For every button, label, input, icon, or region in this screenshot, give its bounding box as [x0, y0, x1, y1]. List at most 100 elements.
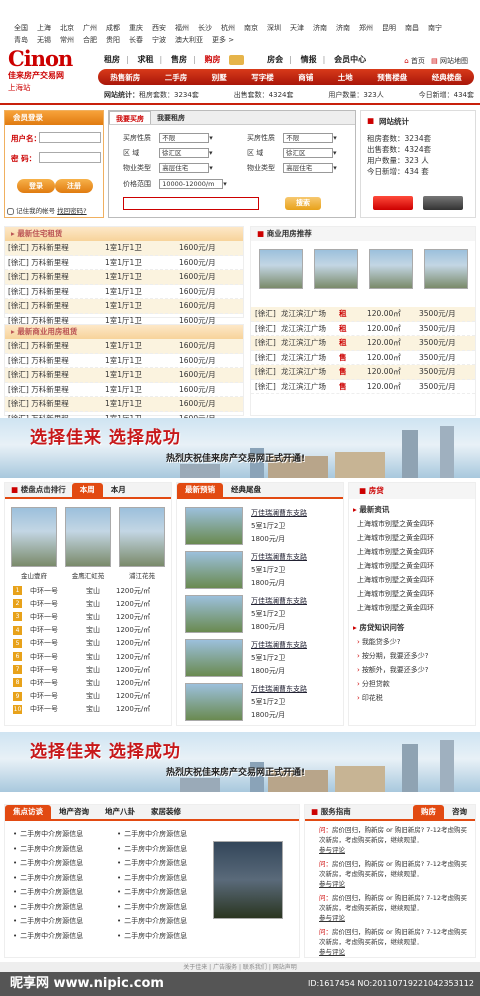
news-link[interactable]: • 二手房中介房源信息: [13, 856, 109, 871]
comment-link[interactable]: 参与评论: [319, 879, 469, 889]
city-link[interactable]: 宁波: [152, 34, 166, 46]
news-link[interactable]: • 二手房中介房源信息: [13, 842, 109, 857]
nature-select-2[interactable]: 不限: [283, 133, 334, 143]
news-link[interactable]: • 二手房中介房源信息: [117, 914, 213, 929]
listing-name[interactable]: [徐汇] 万科新里程: [5, 397, 105, 411]
news-link[interactable]: • 二手房中介房源信息: [117, 929, 213, 944]
building-photo[interactable]: [11, 507, 57, 567]
news-item[interactable]: 上海城市别墅之黄金四环: [357, 517, 475, 531]
news-item[interactable]: 上海城市别墅之黄金四环: [357, 545, 475, 559]
red-button[interactable]: [373, 196, 413, 210]
news-link[interactable]: • 二手房中介房源信息: [13, 827, 109, 842]
list-item[interactable]: [徐汇] 龙江滨江广场租 120.00㎡ 3500元/月: [251, 322, 475, 336]
remember-checkbox[interactable]: [7, 207, 14, 215]
tab-classic[interactable]: 经典尾盘: [223, 483, 269, 497]
news-link[interactable]: • 二手房中介房源信息: [117, 856, 213, 871]
city-link[interactable]: 长春: [129, 34, 143, 46]
qa-item[interactable]: › 印花税: [357, 691, 475, 705]
ranking-row[interactable]: 6 中环一号 宝山 1200元/㎡: [5, 650, 171, 663]
qa-text[interactable]: 按分期，我要还多少?: [362, 652, 429, 660]
news-text[interactable]: 二手房中介房源信息: [20, 845, 83, 853]
news-link[interactable]: • 二手房中介房源信息: [13, 871, 109, 886]
sitemap-link[interactable]: 网站地图: [440, 57, 468, 65]
listing-name[interactable]: [徐汇] 万科新里程: [5, 270, 105, 284]
list-item[interactable]: [徐汇] 万科新里程1室1厅1卫 1600元/月: [5, 339, 243, 354]
list-item[interactable]: [徐汇] 万科新里程1室1厅1卫 1600元/月: [5, 397, 243, 412]
qa-text[interactable]: 分担贷款: [362, 680, 390, 688]
rank-name[interactable]: 中环一号: [30, 638, 86, 648]
news-text[interactable]: 二手房中介房源信息: [124, 932, 187, 940]
rank-name[interactable]: 中环一号: [30, 612, 86, 622]
city-link[interactable]: 北京: [60, 22, 74, 34]
city-link[interactable]: 深圳: [267, 22, 281, 34]
question-text[interactable]: 房价回归，购新房 or 购旧新房? 7-12考虑购买次新房，考虑购买新房，继续观…: [319, 928, 467, 946]
building-photo[interactable]: [313, 249, 358, 289]
news-link[interactable]: • 二手房中介房源信息: [117, 885, 213, 900]
city-link[interactable]: 福州: [175, 22, 189, 34]
nav-intel[interactable]: 情报: [301, 55, 317, 64]
rank-name[interactable]: 中环一号: [30, 625, 86, 635]
main-nav-item[interactable]: 二手房: [165, 72, 188, 83]
qa-text[interactable]: 我能贷多少?: [362, 638, 401, 646]
listing-name[interactable]: [徐汇] 万科新里程: [5, 256, 105, 270]
ranking-row[interactable]: 10 中环一号 宝山 1200元/㎡: [5, 703, 171, 716]
main-nav-item[interactable]: 预售楼盘: [377, 72, 407, 83]
qa-item[interactable]: › 按分期，我要还多少?: [357, 649, 475, 663]
listing-name[interactable]: 龙江滨江广场: [281, 322, 339, 336]
listing-name[interactable]: 龙江滨江广场: [281, 365, 339, 379]
city-link[interactable]: 上海: [37, 22, 51, 34]
presale-item[interactable]: 万佳瑞澜曹东支路 5室1厅2卫 1800元/月: [185, 507, 343, 551]
presale-name[interactable]: 万佳瑞澜曹东支路: [251, 595, 307, 608]
news-text[interactable]: 二手房中介房源信息: [124, 903, 187, 911]
city-link[interactable]: 青岛: [14, 34, 28, 46]
building-photo[interactable]: [258, 249, 303, 289]
news-link[interactable]: • 二手房中介房源信息: [117, 842, 213, 857]
ranking-row[interactable]: 8 中环一号 宝山 1200元/㎡: [5, 676, 171, 689]
property-photo[interactable]: [185, 639, 243, 677]
city-link[interactable]: 济南: [313, 22, 327, 34]
nature-select[interactable]: 不限: [159, 133, 210, 143]
city-link[interactable]: 济南: [336, 22, 350, 34]
property-photo[interactable]: [185, 551, 243, 589]
building-photo[interactable]: [368, 249, 413, 289]
ranking-row[interactable]: 5 中环一号 宝山 1200元/㎡: [5, 637, 171, 650]
city-link[interactable]: 天津: [290, 22, 304, 34]
guide-item[interactable]: 问：房价回归，购新房 or 购旧新房? 7-12考虑购买次新房，考虑购买新房，继…: [319, 825, 469, 855]
rank-name[interactable]: 中环一号: [30, 665, 86, 675]
list-item[interactable]: [徐汇] 龙江滨江广场售 120.00㎡ 3500元/月: [251, 365, 475, 380]
city-link[interactable]: 昆明: [382, 22, 396, 34]
ranking-row[interactable]: 7 中环一号 宝山 1200元/㎡: [5, 663, 171, 676]
city-link[interactable]: 全国: [14, 22, 28, 34]
question-text[interactable]: 房价回归，购新房 or 购旧新房? 7-12考虑购买次新房，考虑购买新房，继续观…: [319, 860, 467, 878]
city-link[interactable]: 杭州: [221, 22, 235, 34]
presale-name[interactable]: 万佳瑞澜曹东支路: [251, 683, 307, 696]
nav-sell[interactable]: 售房: [171, 55, 187, 64]
news-text[interactable]: 二手房中介房源信息: [20, 932, 83, 940]
news-link[interactable]: • 二手房中介房源信息: [117, 900, 213, 915]
tab-bottom[interactable]: 地产八卦: [97, 805, 143, 819]
list-item[interactable]: [徐汇] 龙江滨江广场售 120.00㎡ 3500元/月: [251, 380, 475, 394]
property-photo[interactable]: [185, 595, 243, 633]
promo-banner[interactable]: 选择佳来 选择成功 热烈庆祝佳来房产交易网正式开通!: [0, 418, 480, 478]
news-item[interactable]: 上海城市别墅之黄金四环: [357, 587, 475, 601]
question-text[interactable]: 房价回归，购新房 or 购旧新房? 7-12考虑购买次新房，考虑购买新房，继续观…: [319, 894, 467, 912]
list-item[interactable]: [徐汇] 万科新里程1室1厅1卫 1600元/月: [5, 354, 243, 368]
nav-seek[interactable]: 求租: [138, 55, 154, 64]
city-link[interactable]: 常州: [60, 34, 74, 46]
list-item[interactable]: [徐汇] 万科新里程1室1厅1卫 1600元/月: [5, 383, 243, 397]
listing-name[interactable]: [徐汇] 万科新里程: [5, 299, 105, 313]
property-photo[interactable]: [185, 683, 243, 721]
type-select[interactable]: 高层住宅: [159, 163, 210, 173]
home-link[interactable]: 首页: [411, 57, 425, 65]
ranking-row[interactable]: 4 中环一号 宝山 1200元/㎡: [5, 624, 171, 637]
listing-name[interactable]: 龙江滨江广场: [281, 351, 339, 365]
news-item[interactable]: 上海城市别墅之黄金四环: [357, 573, 475, 587]
nav-rent[interactable]: 租房: [104, 55, 120, 64]
qa-item[interactable]: › 按额外，我要还多少?: [357, 663, 475, 677]
main-nav-item[interactable]: 写字楼: [251, 72, 274, 83]
listing-name[interactable]: [徐汇] 万科新里程: [5, 368, 105, 382]
nav-meeting[interactable]: 房会: [267, 55, 283, 64]
main-nav-item[interactable]: 商铺: [298, 72, 313, 83]
rank-name[interactable]: 中环一号: [30, 652, 86, 662]
qa-text[interactable]: 印花税: [362, 694, 383, 702]
